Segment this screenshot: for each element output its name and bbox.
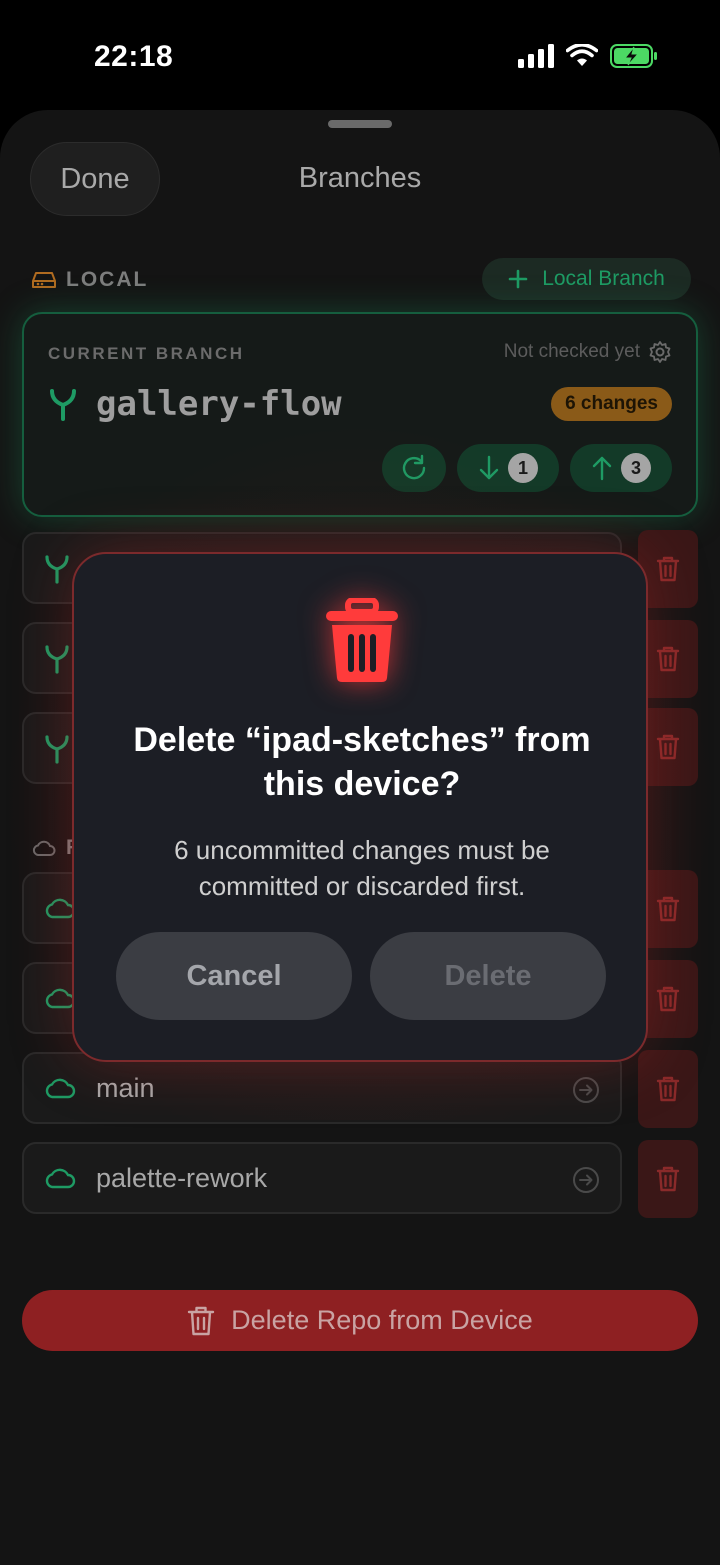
trash-icon [187,1306,215,1335]
incoming-count: 1 [508,453,538,483]
add-local-branch-button[interactable]: Local Branch [482,258,691,300]
arrow-circle-right-icon[interactable] [572,1076,600,1104]
arrow-down-icon [479,455,499,480]
dialog-title-line-2: this device? [263,765,461,803]
delete-branch-button[interactable] [638,1050,698,1128]
remote-branch-label: palette-rework [96,1162,268,1193]
check-status-text: Not checked yet [503,341,640,362]
local-section-heading: LOCAL [32,268,148,292]
sheet-title: Branches [298,162,422,194]
dialog-message-line-2: committed or discarded first. [198,871,526,901]
trash-icon [656,896,680,922]
trash-icon [326,598,398,682]
branch-icon [45,735,69,764]
delete-button[interactable]: Delete [370,932,606,1020]
gear-icon[interactable] [648,340,672,364]
cloud-icon [32,840,56,856]
trash-icon [656,734,680,760]
trash-icon [656,646,680,672]
status-bar: 22:18 [0,0,720,110]
cloud-icon [45,1078,76,1099]
current-branch-label: CURRENT BRANCH [48,344,245,363]
trash-icon [656,1166,680,1192]
drive-icon [32,272,56,288]
branch-icon [50,389,76,421]
dialog-title: Delete “ipad-sketches” from this device? [104,718,620,806]
dialog-title-line-1: Delete “ipad-sketches” from [133,721,591,759]
branch-icon [45,645,69,674]
wifi-icon [566,44,598,66]
cellular-signal-icon [518,44,554,68]
current-branch-name: gallery-flow [96,384,342,424]
battery-charging-icon [610,44,657,68]
trash-icon [656,986,680,1012]
current-branch-name-row: gallery-flow [48,384,342,424]
trash-icon [656,1076,680,1102]
cancel-button[interactable]: Cancel [116,932,352,1020]
add-local-branch-label: Local Branch [542,267,665,290]
remote-branch-row-main[interactable]: main [22,1052,622,1124]
dialog-message: 6 uncommitted changes must be committed … [114,832,610,904]
local-section-label: LOCAL [66,268,149,291]
dialog-message-line-1: 6 uncommitted changes must be [174,835,550,865]
delete-repo-label: Delete Repo from Device [231,1305,533,1335]
status-time: 22:18 [94,40,174,73]
cloud-icon [45,1168,76,1189]
branch-icon [45,555,69,584]
outgoing-count: 3 [621,453,651,483]
changes-badge[interactable]: 6 changes [551,387,672,421]
sync-actions: 1 3 [382,444,672,492]
arrow-circle-right-icon[interactable] [572,1166,600,1194]
delete-branch-button[interactable] [638,1140,698,1218]
delete-repo-button[interactable]: Delete Repo from Device [22,1290,698,1351]
remote-branch-label: main [96,1072,155,1103]
current-branch-card: CURRENT BRANCH Not checked yet gallery-f… [22,312,698,517]
delete-confirmation-dialog: Delete “ipad-sketches” from this device?… [72,552,648,1062]
pull-button[interactable]: 1 [457,444,559,492]
sheet-grabber[interactable] [328,120,392,128]
push-button[interactable]: 3 [570,444,672,492]
trash-icon [656,556,680,582]
status-icons [518,44,658,68]
remote-branch-row-palette-rework[interactable]: palette-rework [22,1142,622,1214]
refresh-icon [402,454,426,480]
plus-icon [508,269,528,289]
refresh-button[interactable] [382,444,446,492]
arrow-up-icon [592,456,612,481]
